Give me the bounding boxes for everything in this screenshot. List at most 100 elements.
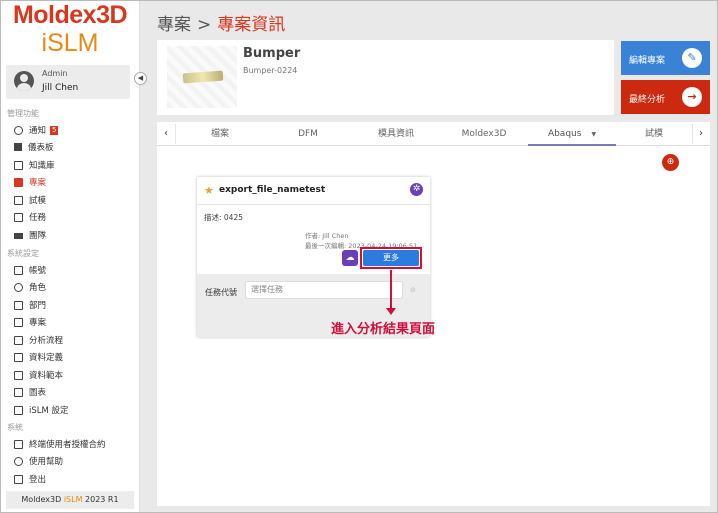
section-title-system: 系統 — [7, 423, 23, 432]
sidebar-item-label: 知識庫 — [29, 161, 55, 171]
sidebar-item-team[interactable]: 團隊 — [14, 228, 46, 242]
breadcrumb-parent[interactable]: 專案 — [157, 15, 191, 35]
chart-icon — [14, 387, 23, 397]
sidebar-item-roles[interactable]: 角色 — [14, 280, 46, 294]
sidebar-item-data-template[interactable]: 資料範本 — [14, 368, 63, 382]
tab-moldex3d[interactable]: Moldex3D — [440, 122, 528, 146]
role-icon — [14, 282, 23, 292]
sidebar-item-label: 登出 — [29, 475, 47, 485]
sidebar-item-label: 通知 — [29, 126, 47, 136]
account-icon — [14, 265, 23, 275]
dashboard-icon — [14, 143, 22, 151]
tab-abaqus[interactable]: Abaqus ▼ — [528, 122, 616, 146]
sidebar-item-knowledge[interactable]: 知識庫 — [14, 158, 55, 172]
caret-down-icon: ▼ — [591, 131, 597, 138]
avatar — [14, 71, 34, 91]
sidebar-item-help[interactable]: 使用幫助 — [14, 454, 63, 468]
folder-icon — [14, 177, 23, 187]
sidebar-item-label: 試模 — [29, 196, 47, 206]
settings-icon — [14, 405, 23, 415]
sidebar-item-label: 分析流程 — [29, 336, 64, 346]
sidebar-item-label: 儀表板 — [28, 143, 54, 153]
sidebar-item-logout[interactable]: 登出 — [14, 472, 46, 486]
user-name: Jill Chen — [42, 83, 79, 93]
annotation-arrow-head — [386, 308, 396, 315]
edit-project-label: 編輯專案 — [629, 56, 666, 66]
sidebar-item-label: 角色 — [29, 283, 47, 293]
app-logo[interactable]: Moldex3D iSLM — [0, 2, 140, 57]
sidebar-collapse-button[interactable]: ◀ — [134, 72, 147, 85]
task-icon — [14, 212, 23, 222]
trial-icon — [14, 195, 23, 205]
sidebar-item-project-settings[interactable]: 專案 — [14, 315, 46, 329]
star-icon[interactable]: ★ — [204, 184, 214, 197]
tab-dfm[interactable]: DFM — [264, 122, 352, 146]
arrow-right-icon: → — [682, 87, 702, 107]
project-name: Bumper — [243, 46, 301, 61]
section-title-system-settings: 系統設定 — [7, 249, 39, 258]
sidebar-item-data-definition[interactable]: 資料定義 — [14, 350, 63, 364]
sidebar-item-trial[interactable]: 試模 — [14, 193, 46, 207]
task-author: 作者: Jill Chen — [305, 232, 349, 240]
tab-scroll-left-icon[interactable]: ‹ — [157, 122, 175, 146]
breadcrumb-current: 專案資訊 — [217, 15, 286, 35]
sidebar-item-label: 使用幫助 — [29, 457, 64, 467]
logo-text-sub: iSLM — [41, 29, 99, 58]
sidebar-item-label: 圖表 — [29, 388, 47, 398]
annotation-text: 進入分析結果頁面 — [331, 322, 436, 337]
logo-text-main: Moldex3D — [12, 1, 128, 29]
sidebar-item-tasks[interactable]: 任務 — [14, 210, 46, 224]
logout-icon — [14, 474, 23, 484]
department-icon — [14, 300, 23, 310]
sidebar-item-accounts[interactable]: 帳號 — [14, 263, 46, 277]
project-setting-icon — [14, 317, 23, 327]
sidebar-item-dashboard[interactable]: 儀表板 — [14, 140, 54, 154]
sidebar-item-charts[interactable]: 圖表 — [14, 385, 46, 399]
sidebar-item-label: 資料範本 — [29, 371, 64, 381]
highlight-frame — [360, 247, 422, 269]
annotation-arrow-line — [390, 270, 392, 310]
task-select[interactable]: 選擇任務 — [245, 281, 403, 299]
edit-project-button[interactable]: 編輯專案 ✎ — [621, 41, 710, 75]
sidebar-item-notifications[interactable]: 通知 5 — [14, 123, 59, 137]
final-analysis-label: 最終分析 — [629, 95, 666, 105]
sidebar-item-label: 帳號 — [29, 266, 47, 276]
breadcrumb: 專案 > 專案資訊 — [157, 10, 285, 35]
sidebar-item-analysis-flow[interactable]: 分析流程 — [14, 333, 63, 347]
gear-icon[interactable]: ✲ — [410, 183, 423, 196]
notification-badge: 5 — [50, 125, 59, 135]
section-title-management: 管理功能 — [7, 109, 39, 118]
tab-abaqus-label: Abaqus — [547, 129, 582, 139]
tab-scroll-right-icon[interactable]: › — [692, 122, 710, 146]
tab-bar: ‹ 檔案 DFM 模具資訊 Moldex3D Abaqus ▼ 試模 › — [157, 122, 710, 146]
user-panel[interactable]: Admin Jill Chen — [6, 65, 130, 99]
template-icon — [14, 370, 23, 380]
final-analysis-button[interactable]: 最終分析 → — [621, 80, 710, 114]
task-code-label: 任務代號 — [205, 288, 237, 297]
tab-trial[interactable]: 試模 — [616, 122, 692, 146]
add-file-icon[interactable]: ⊕ — [662, 154, 679, 171]
sidebar-item-label: 終端使用者授權合約 — [29, 440, 106, 450]
license-icon — [14, 439, 23, 449]
tab-mold-info[interactable]: 模具資訊 — [352, 122, 440, 146]
sidebar-item-label: 專案 — [29, 318, 47, 328]
task-title: export_file_nametest — [219, 185, 326, 195]
sidebar-item-projects[interactable]: 專案 — [14, 175, 46, 189]
project-thumbnail — [167, 46, 237, 108]
sidebar-item-license[interactable]: 終端使用者授權合約 — [14, 437, 106, 451]
version-label: Moldex3D iSLM 2023 R1 — [6, 491, 134, 509]
sidebar-item-departments[interactable]: 部門 — [14, 298, 46, 312]
cloud-upload-icon[interactable]: ☁ — [342, 250, 358, 266]
flow-icon — [14, 335, 23, 345]
content-panel: ‹ 檔案 DFM 模具資訊 Moldex3D Abaqus ▼ 試模 › ⊕ ★ … — [157, 122, 710, 506]
team-icon — [14, 233, 23, 239]
sidebar-item-islm-settings[interactable]: iSLM 設定 — [14, 403, 69, 417]
book-icon — [14, 160, 23, 170]
sidebar-item-label: iSLM 設定 — [29, 406, 69, 416]
clear-icon[interactable]: ⊘ — [410, 286, 416, 294]
project-card: Bumper Bumper-0224 — [157, 40, 614, 115]
sidebar-item-label: 團隊 — [29, 231, 47, 241]
sidebar-item-label: 任務 — [29, 213, 47, 223]
tab-files[interactable]: 檔案 — [176, 122, 264, 146]
help-icon — [14, 456, 23, 466]
